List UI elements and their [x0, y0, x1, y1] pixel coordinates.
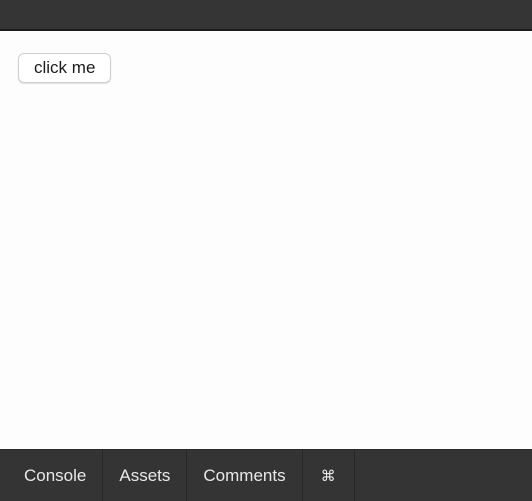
click-me-button[interactable]: click me: [18, 53, 112, 83]
preview-pane: click me: [0, 31, 532, 449]
app-window: click me Console Assets Comments ⌘: [0, 0, 532, 501]
bottom-toolbar: Console Assets Comments ⌘: [0, 449, 532, 501]
tab-comments[interactable]: Comments: [187, 450, 303, 501]
top-bar: [0, 0, 532, 31]
tab-console[interactable]: Console: [0, 450, 104, 501]
tab-assets[interactable]: Assets: [103, 450, 188, 501]
keyboard-shortcuts-icon[interactable]: ⌘: [303, 450, 355, 501]
